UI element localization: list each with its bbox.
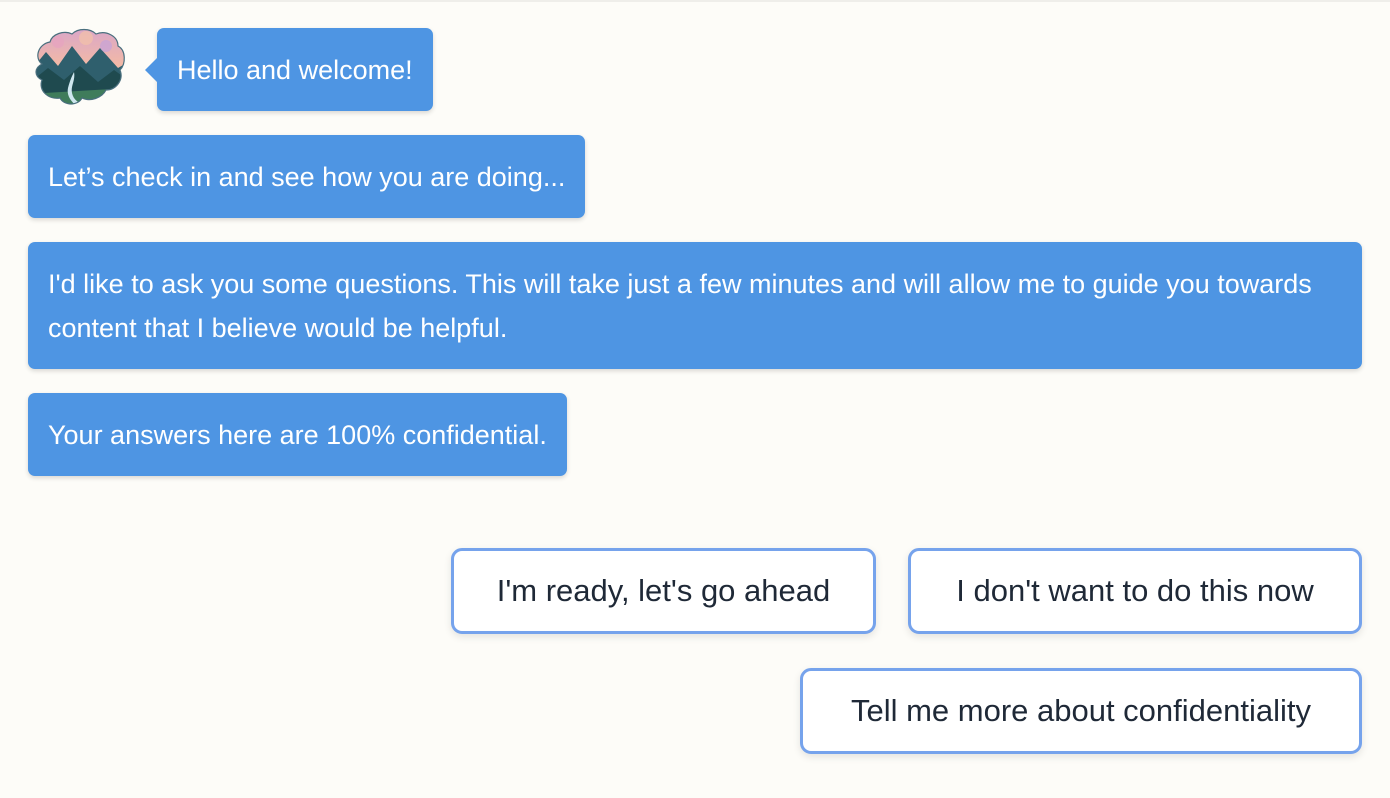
message-bubble-welcome: Hello and welcome! (145, 28, 433, 111)
message-text: Let’s check in and see how you are doing… (48, 161, 566, 192)
bot-message-row: Hello and welcome! (28, 28, 1362, 111)
brain-landscape-icon (35, 28, 125, 105)
top-divider (0, 0, 1390, 2)
message-text: I'd like to ask you some questions. This… (48, 269, 1312, 343)
message-text: Hello and welcome! (177, 54, 413, 85)
answer-confidentiality-button[interactable]: Tell me more about confidentiality (800, 668, 1362, 754)
answer-ready-button[interactable]: I'm ready, let's go ahead (451, 548, 876, 634)
message-bubble-check-in: Let’s check in and see how you are doing… (28, 135, 586, 218)
answer-not-now-button[interactable]: I don't want to do this now (908, 548, 1362, 634)
message-text: Your answers here are 100% confidential. (48, 419, 547, 450)
message-bubble-questions: I'd like to ask you some questions. This… (28, 242, 1362, 369)
chat-transcript: Hello and welcome! Let’s check in and se… (28, 28, 1362, 476)
message-bubble-confidential: Your answers here are 100% confidential. (28, 393, 567, 476)
